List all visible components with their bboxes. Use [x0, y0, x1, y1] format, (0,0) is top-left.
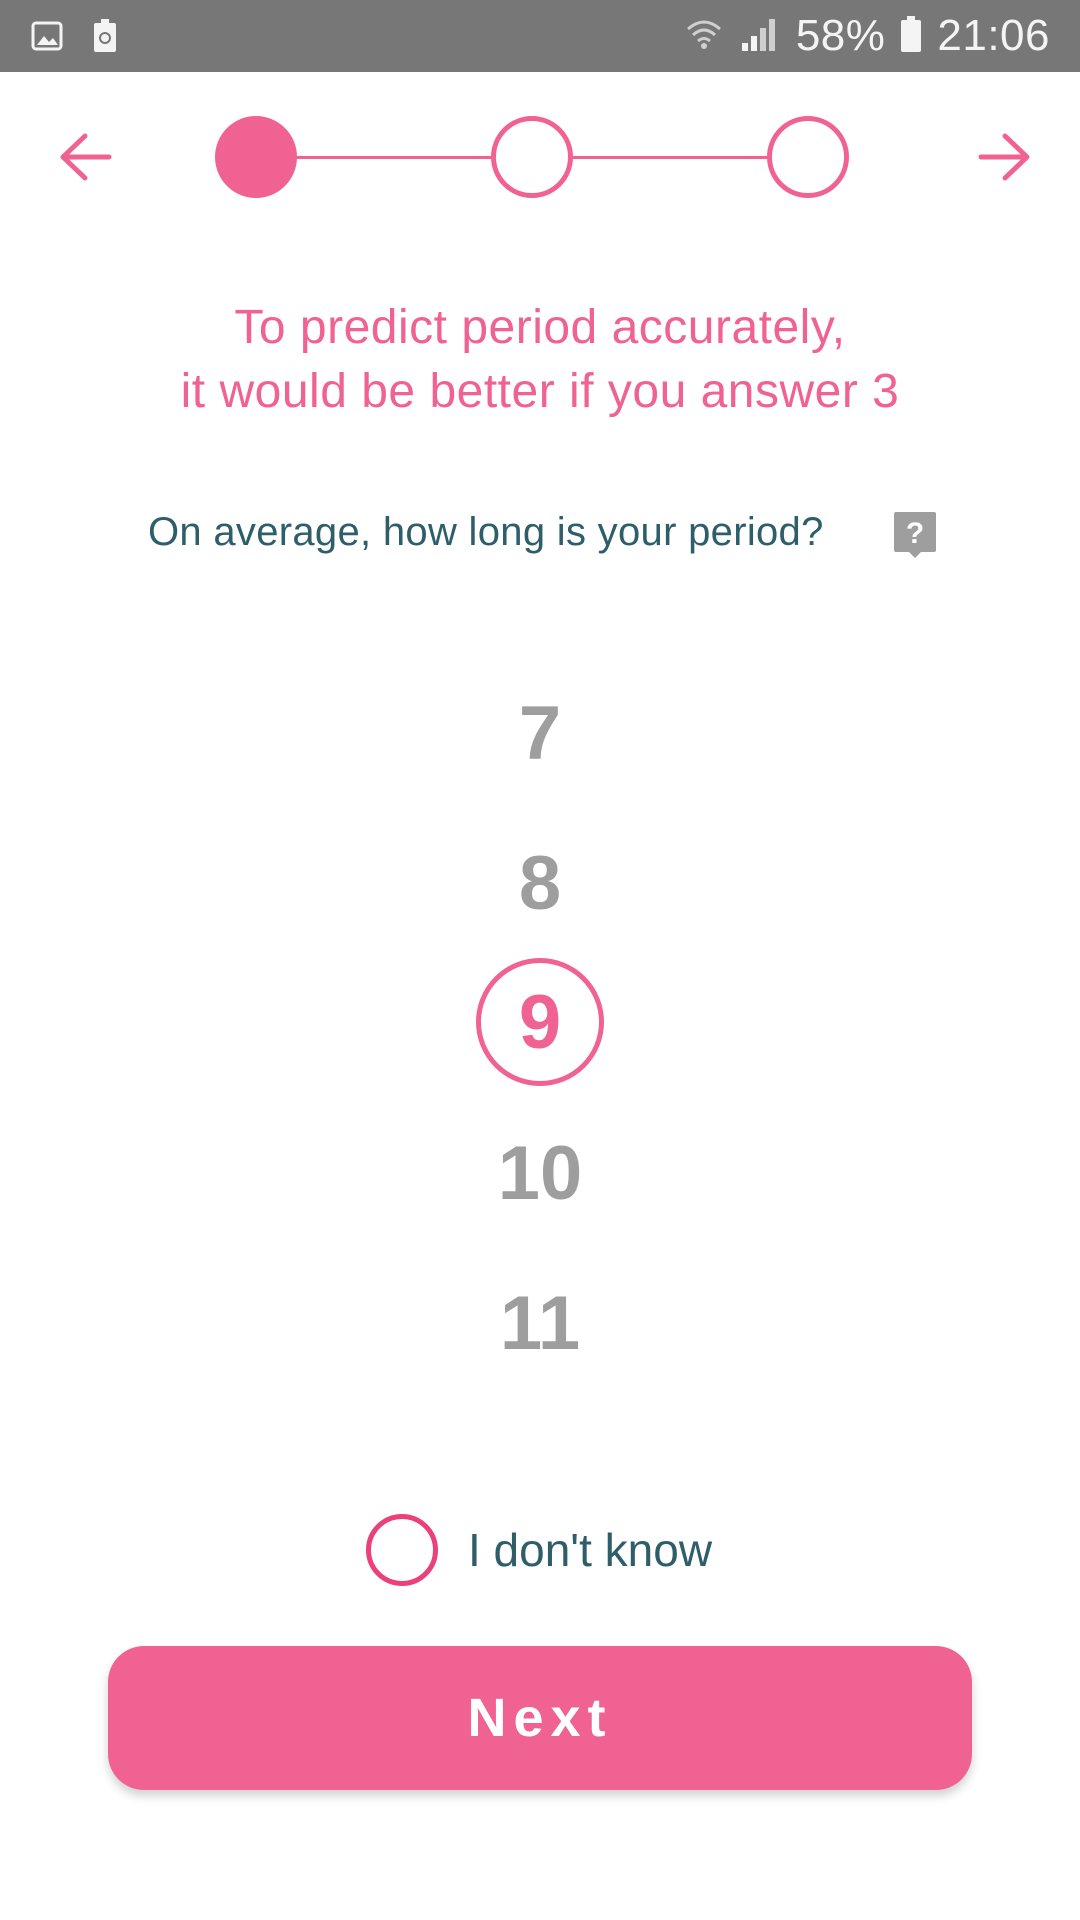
image-icon: [30, 19, 64, 53]
stepper-header: [0, 72, 1080, 242]
svg-text:?: ?: [906, 517, 924, 550]
dont-know-radio[interactable]: [366, 1514, 438, 1586]
battery-percent: 58%: [795, 11, 886, 60]
picker-option[interactable]: 11: [0, 1280, 1080, 1367]
period-length-picker[interactable]: 7 8 9 10 11: [0, 650, 1080, 1410]
recycle-battery-icon: [88, 19, 122, 53]
question-row: On average, how long is your period? ?: [0, 500, 1080, 570]
headline: To predict period accurately, it would b…: [0, 296, 1080, 424]
step-indicator: [215, 116, 849, 198]
step-1-active: [215, 116, 297, 198]
status-bar: 58% 21:06: [0, 0, 1080, 72]
picker-option[interactable]: 7: [0, 690, 1080, 777]
next-button[interactable]: Next: [108, 1646, 972, 1790]
signal-icon: [740, 15, 780, 58]
clock: 21:06: [937, 11, 1050, 60]
picker-selected-value: 9: [518, 979, 562, 1065]
status-left-icons: [30, 19, 122, 53]
wifi-icon: [684, 15, 724, 58]
arrow-left-icon: [60, 133, 112, 181]
dont-know-label: I don't know: [468, 1524, 713, 1576]
step-connector: [571, 156, 767, 159]
headline-line-2: it would be better if you answer 3: [180, 365, 900, 418]
picker-option[interactable]: 10: [0, 1130, 1080, 1217]
headline-line-1: To predict period accurately,: [234, 301, 846, 354]
dont-know-option[interactable]: I don't know: [366, 1514, 712, 1586]
step-connector: [295, 156, 491, 159]
arrow-right-icon: [978, 133, 1030, 181]
picker-selected-option[interactable]: 9: [476, 958, 604, 1086]
battery-icon: [901, 15, 922, 57]
question-help-icon[interactable]: ?: [893, 510, 937, 560]
question-text: On average, how long is your period?: [148, 510, 824, 554]
step-3: [767, 116, 849, 198]
step-2: [491, 116, 573, 198]
picker-option[interactable]: 8: [0, 840, 1080, 927]
status-right-icons: 58% 21:06: [684, 11, 1050, 61]
forward-button[interactable]: [970, 122, 1040, 192]
back-button[interactable]: [50, 122, 120, 192]
